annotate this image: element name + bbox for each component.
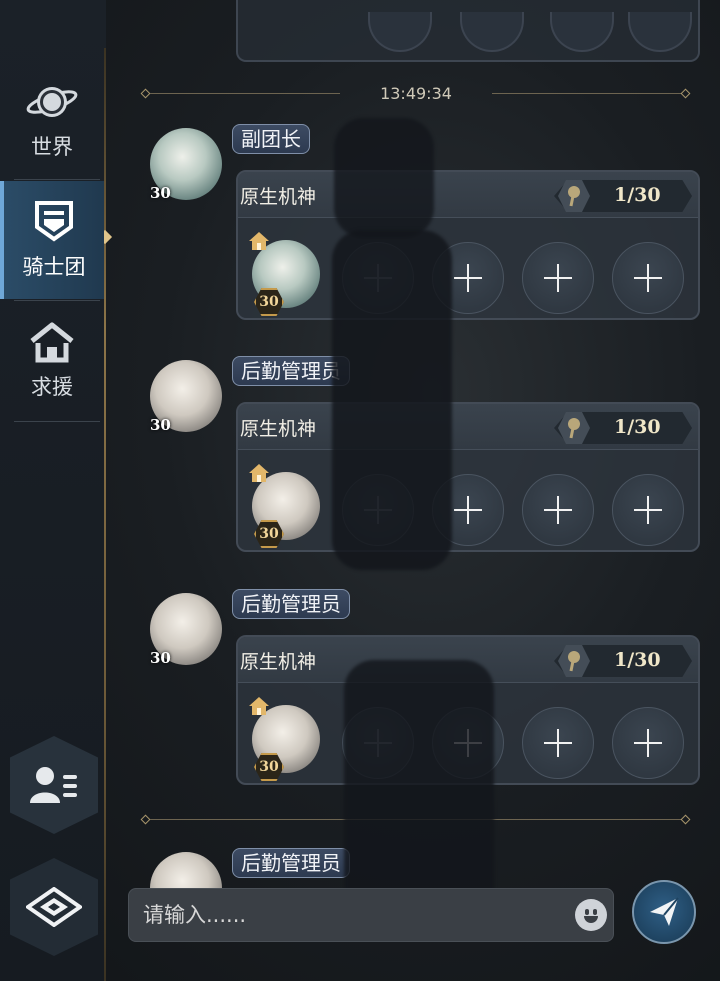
flower-icon — [568, 186, 580, 207]
sender-level: 30 — [150, 416, 171, 434]
emoji-eye — [585, 909, 589, 915]
plus-icon — [454, 264, 482, 292]
emoji-mouth — [584, 916, 598, 923]
team-card-name: 原生机神 — [240, 651, 317, 673]
flower-icon — [568, 418, 580, 439]
timestamp: 13:49:34 — [380, 84, 452, 103]
join-slot[interactable] — [612, 242, 684, 314]
member-count: 1/30 — [614, 416, 661, 438]
send-icon — [650, 897, 679, 926]
planet-icon — [26, 87, 78, 117]
plus-icon — [544, 496, 572, 524]
tab-help-label: 求援 — [31, 375, 73, 399]
join-slot[interactable] — [612, 474, 684, 546]
emoji-icon[interactable] — [575, 899, 607, 931]
member-count: 1/30 — [614, 184, 661, 206]
sender-level: 30 — [150, 184, 171, 202]
chat-panel[interactable]: 13:49:34 30 副团长 原生机神 1/30 30 30 后勤管理员 原生… — [106, 0, 720, 981]
team-card-header: 原生机神 1/30 — [238, 404, 698, 450]
join-slot[interactable] — [522, 474, 594, 546]
tab-world[interactable]: 世界 — [0, 62, 104, 180]
redaction-mark — [334, 118, 434, 238]
plus-icon — [454, 496, 482, 524]
divider — [14, 300, 100, 301]
redaction-mark — [344, 660, 494, 920]
team-card-name: 原生机神 — [240, 186, 317, 208]
chat-input[interactable] — [143, 897, 563, 933]
team-card: 原生机神 1/30 30 — [236, 402, 700, 552]
flower-icon — [568, 651, 580, 672]
divider — [14, 421, 100, 422]
emblem-icon — [26, 887, 82, 927]
tab-guild-label: 骑士团 — [22, 255, 86, 279]
member-count: 1/30 — [614, 649, 661, 671]
tab-help[interactable]: 求援 — [0, 302, 104, 420]
team-card: 原生机神 1/30 30 — [236, 170, 700, 320]
team-card-name: 原生机神 — [240, 418, 317, 440]
divider — [14, 179, 100, 180]
home-icon — [249, 464, 269, 482]
tab-world-label: 世界 — [31, 135, 73, 159]
contacts-button[interactable] — [10, 736, 98, 834]
sender-level: 30 — [150, 649, 171, 667]
plus-icon — [544, 264, 572, 292]
divider-ornament — [140, 814, 151, 825]
redaction-mark — [332, 230, 452, 570]
slot — [368, 12, 432, 52]
chat-input-bar — [128, 888, 614, 942]
shield-icon — [35, 201, 73, 242]
home-icon — [249, 232, 269, 250]
contacts-icon — [30, 767, 77, 803]
plus-icon — [634, 729, 662, 757]
slot — [550, 12, 614, 52]
join-slot[interactable] — [612, 707, 684, 779]
plus-icon — [544, 729, 572, 757]
slot — [460, 12, 524, 52]
join-slot[interactable] — [522, 707, 594, 779]
emblem-button[interactable] — [10, 858, 98, 956]
plus-icon — [634, 264, 662, 292]
sender-title-tag: 后勤管理员 — [232, 589, 350, 619]
team-card-header: 原生机神 1/30 — [238, 172, 698, 218]
send-button[interactable] — [632, 880, 696, 944]
divider-ornament — [680, 814, 691, 825]
emoji-eye — [593, 909, 597, 915]
channel-sidebar: 世界 骑士团 求援 — [0, 0, 113, 981]
slot — [628, 12, 692, 52]
previous-card — [236, 0, 700, 62]
sender-title-tag: 副团长 — [232, 124, 310, 154]
home-icon — [30, 322, 74, 363]
timestamp-divider: 13:49:34 — [136, 84, 696, 104]
sender-title-tag: 后勤管理员 — [232, 848, 350, 878]
home-icon — [249, 697, 269, 715]
plus-icon — [634, 496, 662, 524]
tab-guild[interactable]: 骑士团 — [0, 181, 104, 299]
join-slot[interactable] — [522, 242, 594, 314]
